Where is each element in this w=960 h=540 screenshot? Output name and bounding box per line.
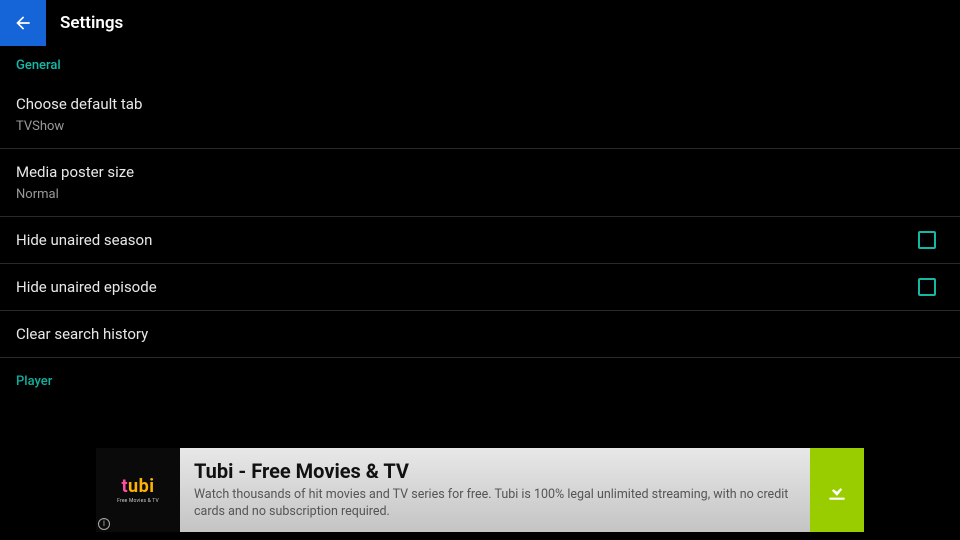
setting-title: Hide unaired season xyxy=(16,231,152,249)
setting-title: Clear search history xyxy=(16,325,148,343)
ad-logo-tagline: Free Movies & TV xyxy=(117,498,159,504)
setting-hide-unaired-season[interactable]: Hide unaired season xyxy=(0,217,960,264)
info-icon[interactable]: i xyxy=(98,518,110,530)
setting-title: Hide unaired episode xyxy=(16,278,157,296)
download-icon xyxy=(824,477,850,503)
checkbox-hide-unaired-season[interactable] xyxy=(918,231,936,249)
setting-subtitle: TVShow xyxy=(16,119,142,134)
section-label-general: General xyxy=(0,46,960,81)
setting-title: Choose default tab xyxy=(16,95,142,113)
setting-poster-size[interactable]: Media poster size Normal xyxy=(0,149,960,217)
setting-hide-unaired-episode[interactable]: Hide unaired episode xyxy=(0,264,960,311)
ad-download-button[interactable] xyxy=(810,448,864,532)
ad-banner[interactable]: tubi Free Movies & TV i Tubi - Free Movi… xyxy=(96,448,864,532)
app-header: Settings xyxy=(0,0,960,46)
setting-subtitle: Normal xyxy=(16,187,134,202)
ad-title: Tubi - Free Movies & TV xyxy=(194,459,796,483)
ad-body: Tubi - Free Movies & TV Watch thousands … xyxy=(180,448,810,532)
setting-clear-search-history[interactable]: Clear search history xyxy=(0,311,960,358)
checkbox-hide-unaired-episode[interactable] xyxy=(918,278,936,296)
back-button[interactable] xyxy=(0,0,46,46)
ad-logo: tubi xyxy=(121,476,154,497)
ad-description: Watch thousands of hit movies and TV ser… xyxy=(194,487,796,521)
ad-thumbnail: tubi Free Movies & TV i xyxy=(96,448,180,532)
section-label-player: Player xyxy=(0,358,960,397)
setting-default-tab[interactable]: Choose default tab TVShow xyxy=(0,81,960,149)
arrow-left-icon xyxy=(13,13,33,33)
setting-title: Media poster size xyxy=(16,163,134,181)
page-title: Settings xyxy=(60,13,123,33)
